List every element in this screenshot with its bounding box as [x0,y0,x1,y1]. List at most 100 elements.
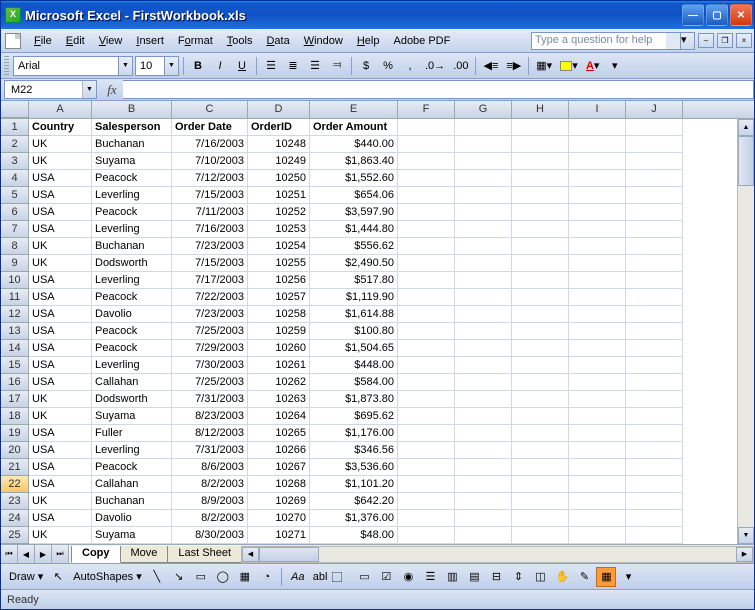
row-header[interactable]: 10 [1,272,29,289]
cell[interactable]: 7/17/2003 [172,272,248,289]
cell[interactable]: 10271 [248,527,310,544]
row-header[interactable]: 11 [1,289,29,306]
cell[interactable] [455,289,512,306]
cell[interactable] [398,391,455,408]
cell[interactable]: 7/31/2003 [172,442,248,459]
cell[interactable]: $1,873.80 [310,391,398,408]
cell[interactable] [512,425,569,442]
cell[interactable] [569,238,626,255]
cell[interactable]: USA [29,442,92,459]
cell[interactable]: Callahan [92,374,172,391]
cell[interactable] [398,272,455,289]
cell[interactable]: 7/15/2003 [172,187,248,204]
fontsize-combo[interactable]: 10▼ [135,56,179,76]
cell[interactable] [626,408,683,425]
cell[interactable]: $100.80 [310,323,398,340]
cell[interactable] [626,204,683,221]
cell[interactable] [398,323,455,340]
cell[interactable]: $1,376.00 [310,510,398,527]
cell[interactable] [398,510,455,527]
help-search-dropdown[interactable]: ▾ [681,32,695,50]
cell[interactable]: USA [29,357,92,374]
cell[interactable] [398,170,455,187]
listbox-icon[interactable]: ☰ [420,567,440,587]
cell[interactable]: USA [29,510,92,527]
cell[interactable] [398,153,455,170]
textbox-icon[interactable]: ▦ [235,567,255,587]
cell[interactable]: UK [29,527,92,544]
cell[interactable]: 7/25/2003 [172,323,248,340]
chevron-down-icon[interactable]: ▼ [118,57,132,75]
borders-button[interactable]: ▦▾ [533,56,555,76]
cell[interactable]: Order Amount [310,119,398,136]
cell[interactable]: 10270 [248,510,310,527]
cell[interactable] [512,323,569,340]
cell[interactable] [569,323,626,340]
chevron-down-icon[interactable]: ▼ [164,57,178,75]
scroll-left-button[interactable]: ◀ [242,547,259,562]
menu-adobe-pdf[interactable]: Adobe PDF [386,32,457,50]
cell[interactable] [455,306,512,323]
tab-prev-button[interactable]: ◀ [18,545,35,563]
insert-diagram-icon[interactable]: ◔ [257,567,277,587]
cell[interactable]: 8/9/2003 [172,493,248,510]
cell[interactable] [455,442,512,459]
cell[interactable]: USA [29,340,92,357]
cell[interactable] [398,425,455,442]
cell[interactable]: Order Date [172,119,248,136]
cell[interactable] [398,136,455,153]
align-center-button[interactable]: ≣ [283,56,303,76]
cell[interactable] [626,136,683,153]
cell[interactable] [398,238,455,255]
cell[interactable]: 7/15/2003 [172,255,248,272]
cell[interactable]: 7/12/2003 [172,170,248,187]
bold-button[interactable]: B [188,56,208,76]
currency-button[interactable]: $ [356,56,376,76]
cell[interactable] [626,527,683,544]
row-header[interactable]: 24 [1,510,29,527]
horizontal-scrollbar[interactable]: ◀ ▶ [241,546,754,563]
cell[interactable]: Salesperson [92,119,172,136]
cell[interactable] [398,493,455,510]
vertical-scrollbar[interactable]: ▲ ▼ [737,119,754,544]
cell[interactable]: 7/30/2003 [172,357,248,374]
sheet-tab[interactable]: Last Sheet [167,546,242,563]
italic-button[interactable]: I [210,56,230,76]
cell[interactable] [626,476,683,493]
combo-list-icon[interactable]: ▤ [464,567,484,587]
tab-first-button[interactable]: ⏮ [1,545,18,563]
help-search-box[interactable]: Type a question for help [531,32,681,50]
cell[interactable] [512,493,569,510]
cell[interactable]: Leverling [92,272,172,289]
toolbar-grip[interactable] [4,56,9,76]
cell[interactable]: 7/23/2003 [172,306,248,323]
menu-format[interactable]: Format [171,32,220,50]
cell[interactable] [455,153,512,170]
cell[interactable]: $642.20 [310,493,398,510]
hscroll-thumb[interactable] [259,547,319,562]
cell[interactable]: 10254 [248,238,310,255]
cell[interactable]: $1,119.90 [310,289,398,306]
cell[interactable] [455,510,512,527]
select-all-corner[interactable] [1,101,29,118]
cell[interactable] [455,255,512,272]
cell[interactable] [569,357,626,374]
cell[interactable]: $517.80 [310,272,398,289]
cell[interactable]: USA [29,374,92,391]
cell[interactable] [512,204,569,221]
cell[interactable]: 10255 [248,255,310,272]
cell[interactable]: 10259 [248,323,310,340]
cell[interactable]: Dodsworth [92,391,172,408]
cell[interactable]: Peacock [92,459,172,476]
cell[interactable]: USA [29,476,92,493]
cell[interactable]: 10265 [248,425,310,442]
workbook-icon[interactable] [5,33,21,49]
cell[interactable] [455,459,512,476]
cell[interactable] [626,289,683,306]
cell[interactable] [455,204,512,221]
cell[interactable] [569,391,626,408]
row-header[interactable]: 6 [1,204,29,221]
cell[interactable] [626,306,683,323]
cell[interactable] [569,187,626,204]
cell[interactable] [626,272,683,289]
